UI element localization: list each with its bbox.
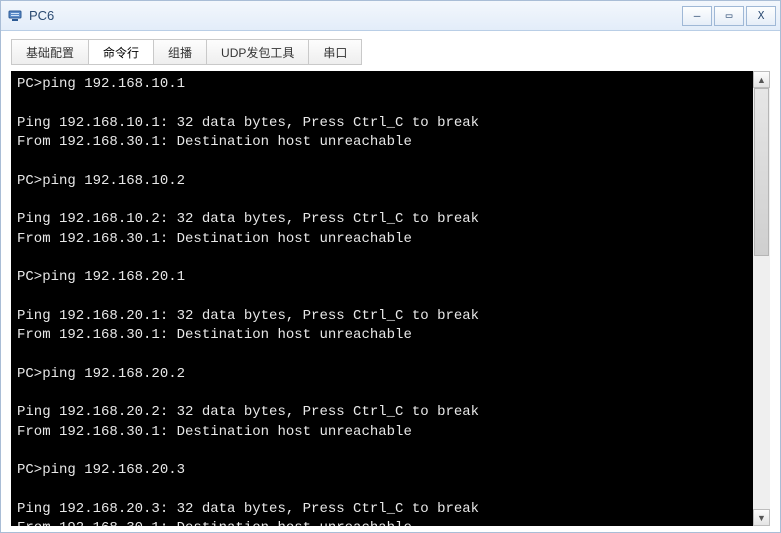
window-controls: — ▭ X (680, 6, 776, 26)
tab-cli[interactable]: 命令行 (89, 40, 154, 64)
device-icon (7, 8, 23, 24)
scroll-up-button[interactable]: ▲ (753, 71, 770, 88)
vertical-scrollbar: ▲ ▼ (753, 71, 770, 526)
scroll-down-button[interactable]: ▼ (753, 509, 770, 526)
tab-strip: 基础配置 命令行 组播 UDP发包工具 串口 (11, 39, 362, 65)
maximize-button[interactable]: ▭ (714, 6, 744, 26)
tab-multicast[interactable]: 组播 (154, 40, 207, 64)
tab-udp-tool[interactable]: UDP发包工具 (207, 40, 309, 64)
close-button[interactable]: X (746, 6, 776, 26)
tab-label: 串口 (323, 44, 347, 61)
tab-basic-config[interactable]: 基础配置 (12, 40, 89, 64)
toolbar: 基础配置 命令行 组播 UDP发包工具 串口 (1, 31, 780, 71)
tab-label: 基础配置 (26, 44, 74, 61)
titlebar: PC6 — ▭ X (1, 1, 780, 31)
scroll-track[interactable] (753, 88, 770, 509)
window-title: PC6 (29, 8, 680, 23)
minimize-button[interactable]: — (682, 6, 712, 26)
terminal-panel: PC>ping 192.168.10.1 Ping 192.168.10.1: … (11, 71, 770, 526)
scroll-thumb[interactable] (754, 88, 769, 256)
tab-label: 组播 (168, 44, 192, 61)
tab-label: UDP发包工具 (221, 44, 294, 61)
tab-serial[interactable]: 串口 (309, 40, 361, 64)
terminal-output[interactable]: PC>ping 192.168.10.1 Ping 192.168.10.1: … (11, 71, 770, 526)
tab-label: 命令行 (103, 44, 139, 61)
